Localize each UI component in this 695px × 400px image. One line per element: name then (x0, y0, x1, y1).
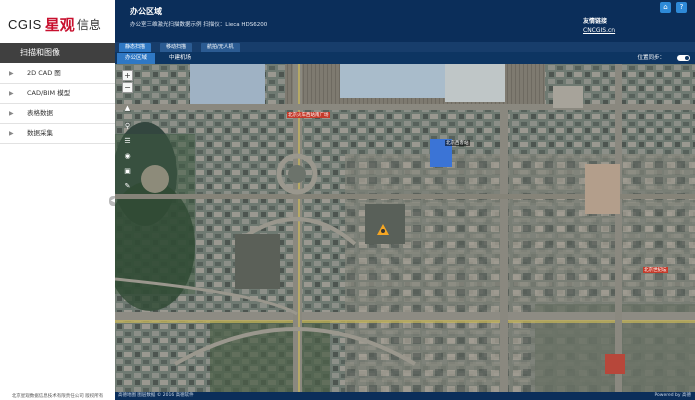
map-attribution-bar: 高德地图 图层数据 © 2016 高德软件 Powered by 高德 (115, 392, 695, 400)
fullscreen-icon[interactable]: ▣ (122, 167, 133, 178)
satellite-map[interactable]: + − ▲ ⚲ ☰ ◉ ▣ ✎ 北京火车西站南广场 北京西客站 北京世纪坛 (115, 64, 695, 392)
location-sync-label: 位置同步： (637, 55, 665, 61)
links-title: 友情链接 (583, 18, 608, 25)
logo: CGIS 星观 信息 (8, 14, 101, 34)
sidebar-item-table-data[interactable]: ▶ 表格数据 (0, 104, 115, 124)
sidebar-item-label: 2D CAD 图 (27, 69, 61, 77)
search-icon[interactable]: ⚲ (122, 122, 133, 133)
chevron-right-icon: ▶ (9, 90, 14, 97)
location-sync-toggle[interactable] (677, 55, 690, 61)
logo-suffix: 信息 (76, 17, 101, 32)
chevron-right-icon: ▶ (9, 70, 14, 77)
map-label-station-south: 北京火车西站南广场 (287, 112, 330, 118)
map-attribution: 高德地图 图层数据 © 2016 高德软件 (118, 393, 194, 398)
sidebar-item-label: 数据采集 (27, 129, 53, 137)
sidebar-item-data-collection[interactable]: ▶ 数据采集 (0, 124, 115, 144)
chevron-right-icon: ▶ (9, 110, 14, 117)
map-imagery (115, 64, 695, 392)
page-subtitle: 办公室三维激光扫描数据示例 扫描仪：Lieca HDS6200 (130, 22, 268, 28)
sidebar: CGIS 星观 信息 扫描和图像 ▶ 2D CAD 图 ▶ CAD/BIM 模型… (0, 0, 115, 400)
map-powered-by: Powered by 高德 (654, 393, 691, 398)
sidebar-item-label: CAD/BIM 模型 (27, 89, 71, 97)
help-icon[interactable]: ? (676, 2, 687, 13)
logo-brand: 星观 (44, 15, 75, 34)
tab-bar: 静态扫描 移动扫描 航拍/无人机 (115, 42, 695, 52)
subtab-airport[interactable]: 中建机场 (161, 53, 199, 64)
location-icon[interactable]: ◉ (122, 152, 133, 163)
subtab-office-area[interactable]: 办公区域 (117, 53, 156, 64)
header: 办公区域 办公室三维激光扫描数据示例 扫描仪：Lieca HDS6200 友情链… (115, 0, 695, 42)
sidebar-item-cad-bim[interactable]: ▶ CAD/BIM 模型 (0, 84, 115, 104)
measure-icon[interactable]: ✎ (122, 182, 133, 193)
zoom-out-button[interactable]: − (122, 82, 133, 93)
cncgis-link[interactable]: CNCGIS.cn (583, 27, 615, 34)
logo-latin: CGIS (8, 16, 42, 32)
home-icon[interactable]: ⌂ (660, 2, 671, 13)
zoom-in-button[interactable]: + (122, 70, 133, 81)
subtab-bar: 办公区域 中建机场 位置同步： (115, 52, 695, 64)
page-title: 办公区域 (130, 7, 162, 16)
location-marker-dot (381, 229, 385, 233)
tab-aerial-drone[interactable]: 航拍/无人机 (201, 43, 240, 52)
tab-static-scan[interactable]: 静态扫描 (119, 43, 152, 52)
map-label-century: 北京世纪坛 (643, 267, 668, 273)
sidebar-item-label: 表格数据 (27, 109, 53, 117)
menu-section-title: 扫描和图像 (0, 43, 115, 63)
layers-icon[interactable]: ☰ (122, 137, 133, 148)
map-label-west-station: 北京西客站 (445, 140, 470, 146)
compass-icon[interactable]: ▲ (122, 104, 133, 115)
tab-mobile-scan[interactable]: 移动扫描 (160, 43, 193, 52)
chevron-right-icon: ▶ (9, 130, 14, 137)
sidebar-item-2d-cad[interactable]: ▶ 2D CAD 图 (0, 64, 115, 84)
copyright-text: 北京星观数据信息技术有限责任公司 版权所有 (11, 394, 104, 399)
